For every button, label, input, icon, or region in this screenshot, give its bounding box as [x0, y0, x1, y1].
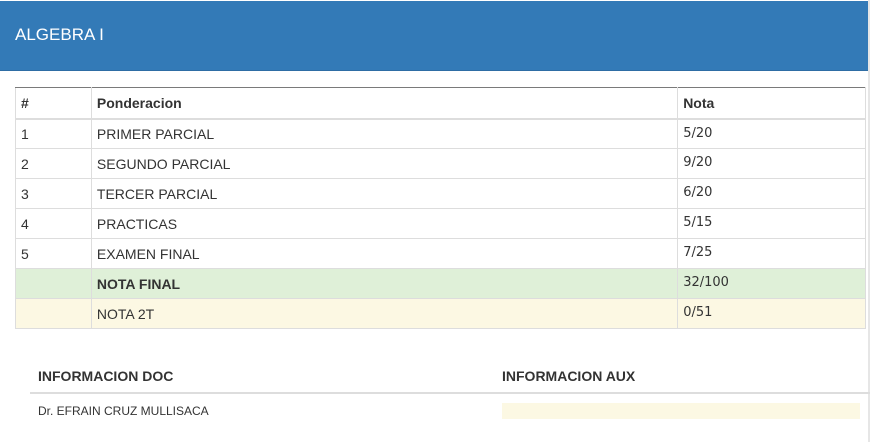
second-term-row: NOTA 2T 0/51 — [15, 298, 866, 329]
second-term-value: 0/51 — [677, 298, 866, 329]
final-grade-value: 32/100 — [677, 268, 866, 299]
grades-table: # Ponderacion Nota 1 PRIMER PARCIAL 5/20… — [15, 87, 866, 329]
table-row: 5 EXAMEN FINAL 7/25 — [15, 238, 866, 269]
table-row: 2 SEGUNDO PARCIAL 9/20 — [15, 148, 866, 179]
row-ponderacion: SEGUNDO PARCIAL — [90, 148, 679, 179]
teacher-name: Dr. EFRAIN CRUZ MULLISACA — [38, 404, 209, 418]
row-number: 1 — [15, 118, 92, 149]
assistant-info — [502, 403, 860, 419]
row-nota: 7/25 — [677, 238, 866, 269]
row-ponderacion: TERCER PARCIAL — [90, 178, 679, 209]
table-row: 1 PRIMER PARCIAL 5/20 — [15, 118, 866, 149]
row-number: 4 — [15, 208, 92, 239]
final-grade-label: NOTA FINAL — [90, 268, 679, 299]
row-nota: 5/15 — [677, 208, 866, 239]
row-number: 3 — [15, 178, 92, 209]
panel-header: ALGEBRA I — [0, 1, 868, 71]
info-table: INFORMACION DOC INFORMACION AUX Dr. EFRA… — [30, 355, 870, 435]
row-ponderacion: PRACTICAS — [90, 208, 679, 239]
row-ponderacion: PRIMER PARCIAL — [90, 118, 679, 149]
info-doc-header: INFORMACION DOC — [38, 368, 174, 384]
row-ponderacion: EXAMEN FINAL — [90, 238, 679, 269]
row-number: 5 — [15, 238, 92, 269]
column-header-ponderacion: Ponderacion — [90, 87, 679, 120]
course-panel: ALGEBRA I # Ponderacion Nota 1 PRIMER PA… — [0, 0, 870, 442]
column-header-nota: Nota — [677, 87, 866, 120]
final-grade-row: NOTA FINAL 32/100 — [15, 268, 866, 299]
info-row: Dr. EFRAIN CRUZ MULLISACA — [30, 394, 870, 424]
row-nota: 9/20 — [677, 148, 866, 179]
info-aux-header: INFORMACION AUX — [502, 368, 636, 384]
row-number: 2 — [15, 148, 92, 179]
column-header-number: # — [15, 87, 92, 120]
table-row: 3 TERCER PARCIAL 6/20 — [15, 178, 866, 209]
second-term-number — [15, 298, 92, 329]
course-title: ALGEBRA I — [15, 25, 104, 44]
final-grade-number — [15, 268, 92, 299]
table-row: 4 PRACTICAS 5/15 — [15, 208, 866, 239]
info-header-row: INFORMACION DOC INFORMACION AUX — [30, 355, 870, 394]
grades-header-row: # Ponderacion Nota — [15, 87, 866, 120]
row-nota: 5/20 — [677, 118, 866, 149]
row-nota: 6/20 — [677, 178, 866, 209]
second-term-label: NOTA 2T — [90, 298, 679, 329]
